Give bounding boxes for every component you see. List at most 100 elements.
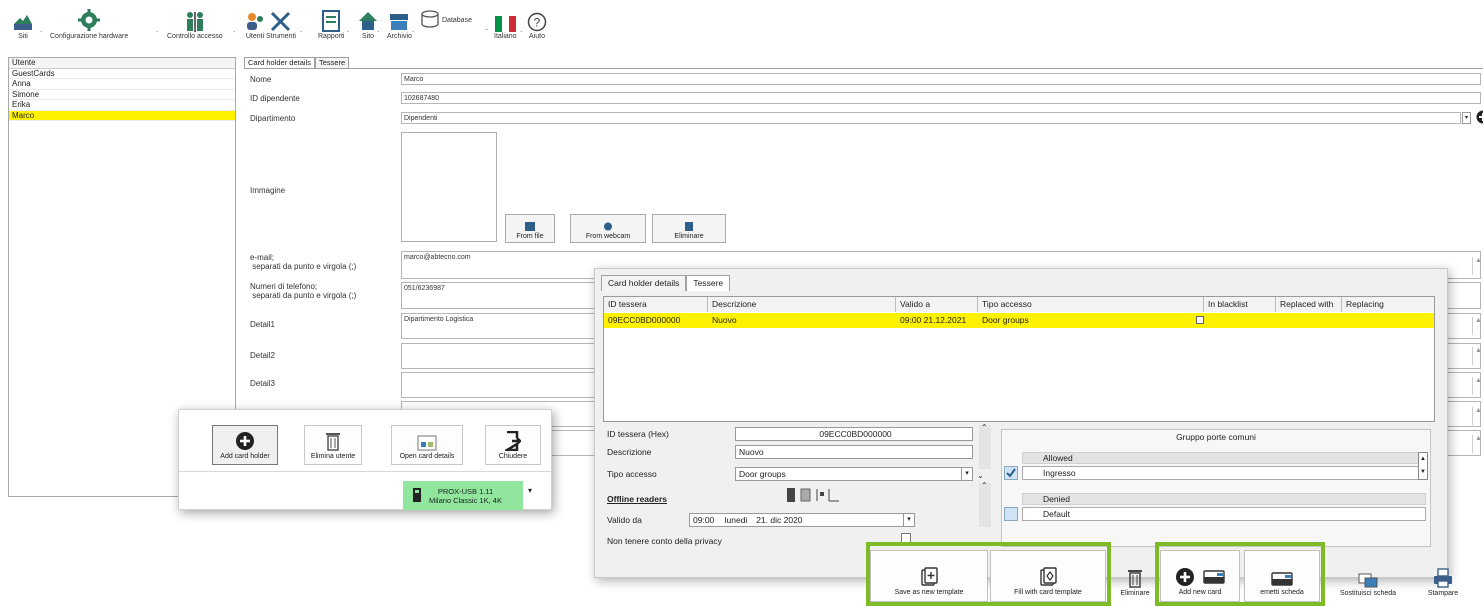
group-checkbox[interactable] (1004, 507, 1018, 521)
list-item[interactable]: Simone (9, 90, 235, 100)
webcam-icon (603, 222, 613, 233)
door-group-panel: Gruppo porte comuni Allowed Ingresso Den… (1001, 429, 1431, 547)
name-label: Nome (250, 75, 272, 84)
from-webcam-label: From webcam (585, 233, 631, 240)
scroll-arrow-icon[interactable]: ▲ (1472, 377, 1483, 395)
toolbar-label: Aiuto (529, 33, 545, 40)
toolbar-hardware-config[interactable]: Configurazione hardware (50, 4, 128, 40)
scrollbar[interactable]: ▲ ▼ (1418, 452, 1428, 480)
scroll-arrow-icon[interactable]: ▲ (1472, 347, 1483, 365)
delete-image-label: Eliminare (674, 233, 704, 240)
delete-user-button[interactable]: Elimina utente (304, 425, 362, 465)
list-item-selected[interactable]: Marco (9, 110, 235, 121)
users-icon (244, 4, 266, 32)
plus-circle-icon (235, 431, 255, 453)
delete-card-button[interactable]: Eliminare (1114, 550, 1156, 602)
print-button[interactable]: Stampare (1418, 550, 1468, 602)
print-label: Stampare (1427, 590, 1459, 597)
department-select[interactable]: Dipendenti (401, 112, 1461, 124)
replace-card-button[interactable]: Sostituisci scheda (1328, 550, 1408, 602)
detail2-label: Detail2 (250, 351, 275, 360)
department-label: Dipartimento (250, 114, 296, 123)
default-item[interactable]: Default (1022, 507, 1426, 521)
card-valid-cell: 09:00 21.12.2021 (900, 315, 967, 325)
access-control-icon (183, 4, 207, 32)
toolbar-label: Sito (361, 33, 375, 40)
trash-icon (326, 431, 340, 453)
toolbar-site[interactable]: Sito (357, 4, 379, 40)
ingresso-item[interactable]: Ingresso (1022, 466, 1426, 480)
toolbar-database[interactable]: Database (420, 10, 472, 30)
desc-label: Descrizione (607, 447, 652, 457)
italy-flag-icon (494, 4, 516, 32)
check-icon[interactable] (1004, 466, 1018, 480)
toolbar-label: Siti (18, 33, 28, 40)
tab-card-holder-details[interactable]: Card holder details (244, 57, 315, 68)
toolbar-users[interactable]: Utenti (244, 4, 266, 40)
reader-card-type: Milano Classic 1K, 4K (429, 495, 502, 505)
column-header[interactable]: Replaced with (1276, 297, 1342, 312)
column-header[interactable]: Descrizione (708, 297, 896, 312)
email-label: e-mail; separati da punto e virgola (;) (250, 253, 357, 271)
list-item[interactable]: Anna (9, 79, 235, 90)
id-hex-label: ID tessera (Hex) (607, 429, 669, 439)
column-header[interactable]: Replacing (1342, 297, 1434, 312)
chevron-down-icon: ▾ (903, 514, 914, 526)
blacklist-checkbox[interactable] (1196, 316, 1204, 324)
scroll-arrow-icon[interactable]: ▲ (1472, 435, 1483, 453)
add-card-holder-label: Add card holder (220, 453, 270, 460)
from-file-button[interactable]: From file (505, 214, 555, 243)
scroll-up-icon[interactable]: ⌃ (981, 481, 988, 490)
from-webcam-button[interactable]: From webcam (570, 214, 646, 243)
toolbar-sites[interactable]: Siti (12, 4, 34, 40)
reader-icons[interactable] (787, 487, 851, 505)
delete-image-button[interactable]: Eliminare (652, 214, 726, 243)
add-card-holder-button[interactable]: Add card holder (212, 425, 278, 465)
column-header[interactable]: ID tessera (604, 297, 708, 312)
reports-icon (322, 4, 341, 32)
valid-from-day: lunedì (724, 515, 748, 525)
valid-from-label: Valido da (607, 515, 642, 525)
allowed-header[interactable]: Allowed (1022, 452, 1426, 464)
file-icon (525, 222, 535, 233)
desc-field[interactable]: Nuovo (735, 445, 973, 459)
toolbar-label: Rapporti (318, 33, 345, 40)
toolbar-access-control[interactable]: Controllo accesso (167, 4, 223, 40)
valid-from-time: 09:00 (693, 515, 715, 525)
list-item[interactable]: GuestCards (9, 69, 235, 79)
column-header[interactable]: In blacklist (1204, 297, 1276, 312)
open-card-details-button[interactable]: Open card details (391, 425, 463, 465)
card-buttons-highlight (1155, 542, 1325, 606)
denied-header[interactable]: Denied (1022, 493, 1426, 505)
toolbar-reports[interactable]: Rapporti (318, 4, 344, 40)
chevron-down-icon[interactable]: ▾ (528, 486, 532, 495)
tab-tessere[interactable]: Tessere (314, 57, 350, 68)
scroll-arrow-icon[interactable]: ▲ (1472, 317, 1483, 335)
toolbar-language[interactable]: Italiano (494, 4, 517, 40)
column-header[interactable]: Valido a (896, 297, 978, 312)
valid-from-picker[interactable]: 09:00 lunedì 21. dic 2020 ▾ (689, 513, 915, 527)
toolbar-help[interactable]: ? Aiuto (527, 4, 547, 40)
toolbar-label: Controllo accesso (167, 33, 223, 40)
access-type-select[interactable]: Door groups ▾ (735, 467, 973, 481)
scroll-up-icon[interactable]: ⌃ (981, 423, 988, 432)
scroll-arrow-icon[interactable]: ▲ (1472, 257, 1483, 275)
name-field[interactable]: Marco (401, 73, 1481, 85)
add-department-icon[interactable] (1476, 110, 1483, 126)
toolbar-archive[interactable]: Archivio (387, 4, 412, 40)
chevron-down-icon[interactable]: ⌄ (977, 471, 984, 480)
list-item[interactable]: Erika (9, 100, 235, 111)
table-row[interactable]: 09ECC0BD000000 Nuovo 09:00 21.12.2021 Do… (604, 313, 1434, 328)
tab-card-holder-details[interactable]: Card holder details (601, 275, 687, 291)
id-hex-field[interactable]: 09ECC0BD000000 (735, 427, 973, 441)
column-header[interactable]: Tipo accesso (978, 297, 1204, 312)
close-button[interactable]: Chiudere (485, 425, 541, 465)
employee-id-field[interactable]: 102687480 (401, 92, 1481, 104)
chevron-down-icon[interactable]: ▾ (1462, 112, 1471, 124)
tab-tessere[interactable]: Tessere (686, 275, 731, 291)
detail3-label: Detail3 (250, 379, 275, 388)
scroll-arrow-icon[interactable]: ▲ (1472, 407, 1483, 425)
toolbar-tools[interactable]: Strumenti (266, 4, 296, 40)
main-toolbar: Siti . Configurazione hardware . Control… (0, 0, 1483, 48)
from-file-label: From file (516, 233, 544, 240)
